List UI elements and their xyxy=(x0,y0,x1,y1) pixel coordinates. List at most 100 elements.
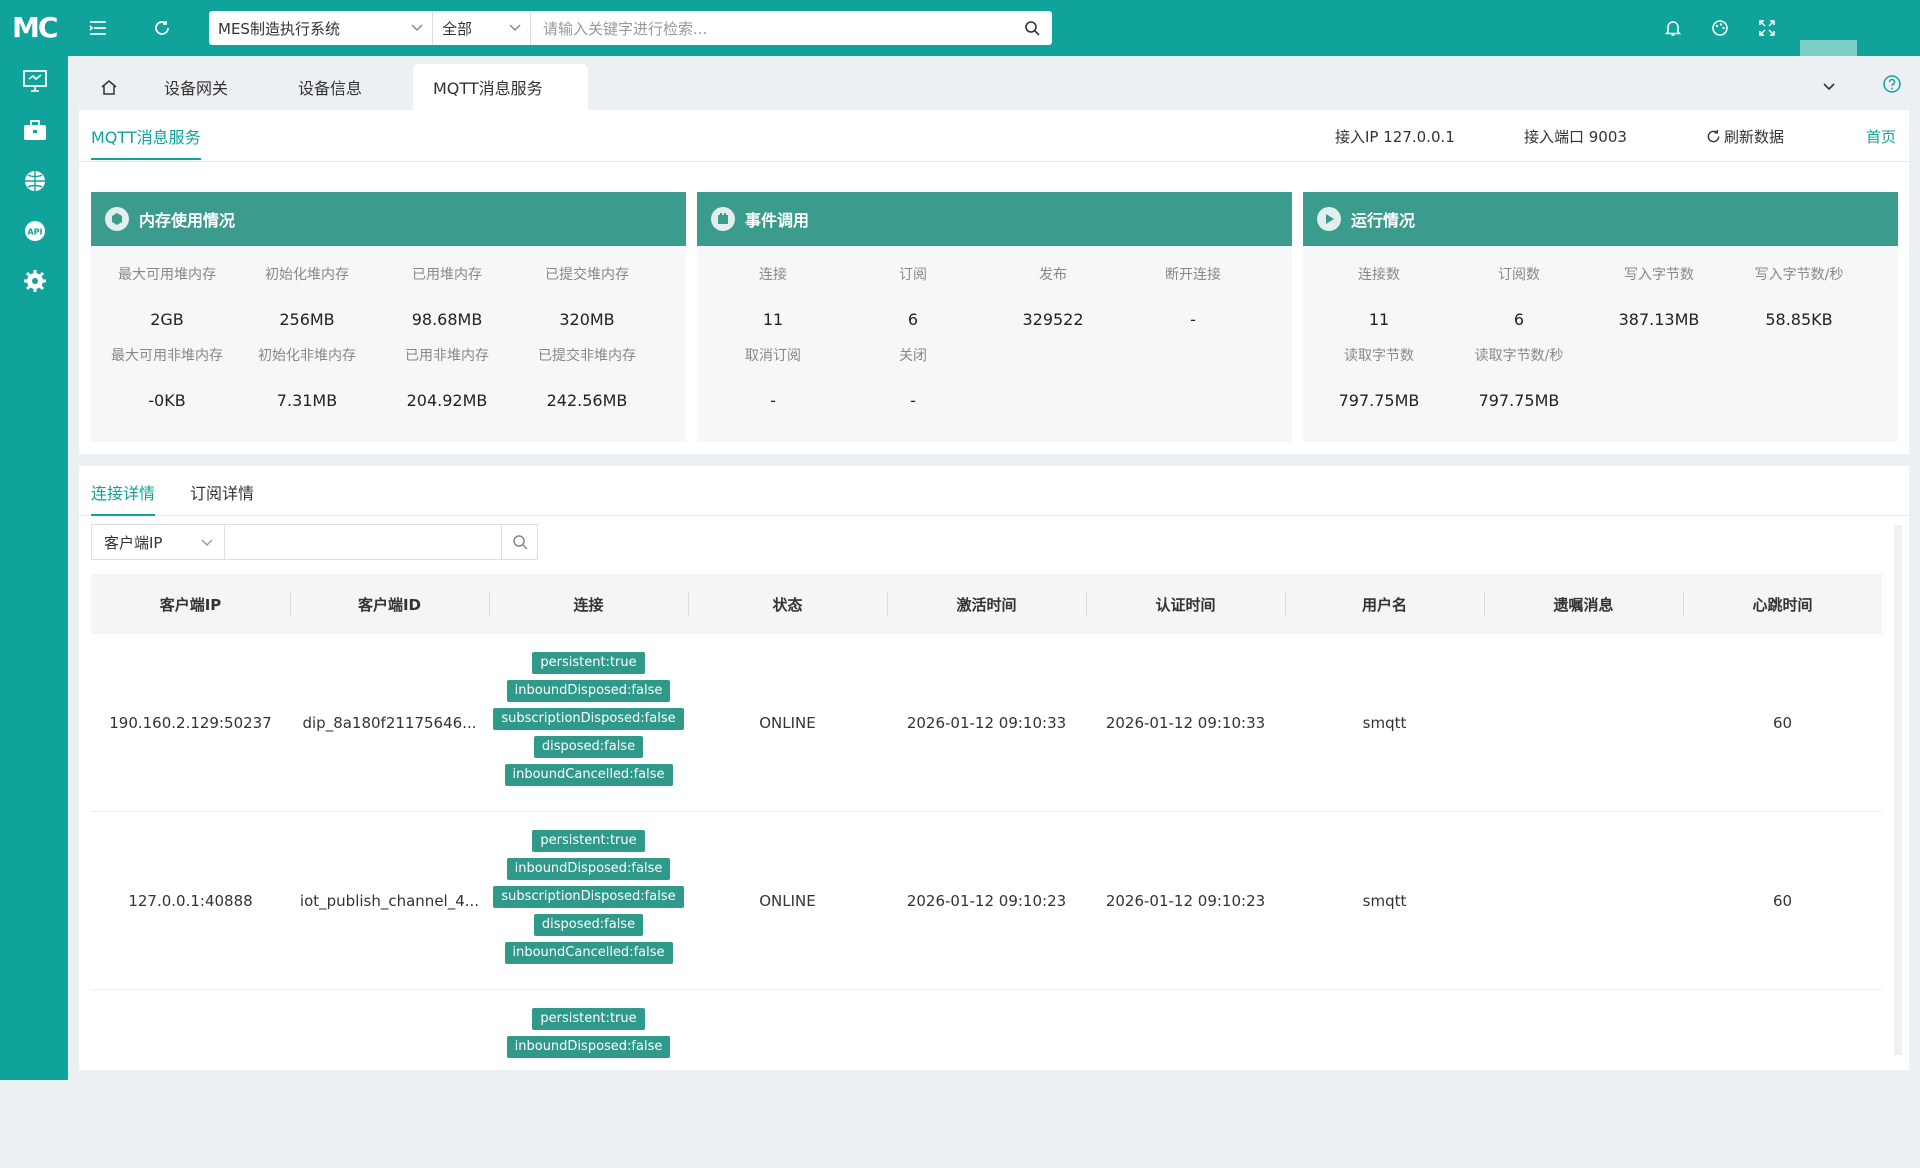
stat-item: 已用非堆内存 204.92MB xyxy=(377,345,517,410)
help-icon[interactable] xyxy=(1882,73,1902,95)
chevron-down-icon xyxy=(411,24,423,32)
connection-flag-tag: subscriptionDisposed:false xyxy=(493,708,684,730)
stat-item: 初始化非堆内存 7.31MB xyxy=(237,345,377,410)
column-header: 认证时间 xyxy=(1155,595,1216,614)
table-filter: 客户端IP xyxy=(91,524,538,560)
theme-palette-icon[interactable] xyxy=(1706,14,1734,42)
page-title: MQTT消息服务 xyxy=(91,124,201,160)
stat-value: 204.92MB xyxy=(406,391,488,410)
connection-tags: persistent:true inboundDisposed:false subs… xyxy=(489,830,688,970)
card-header: 内存使用情况 xyxy=(91,192,686,246)
stat-value: 6 xyxy=(907,310,919,329)
connection-flag-tag: inboundDisposed:false xyxy=(506,858,671,880)
cell-auth-time: 2026-01-12 09:10:33 xyxy=(1105,714,1266,732)
tab-device-info[interactable]: 设备信息 xyxy=(298,64,362,110)
tab-mqtt-service[interactable]: MQTT消息服务 xyxy=(413,64,588,110)
column-header: 客户端IP xyxy=(159,595,222,614)
briefcase-icon[interactable] xyxy=(22,118,48,144)
system-select[interactable]: MES制造执行系统 xyxy=(209,11,433,45)
stat-label: 最大可用堆内存 xyxy=(118,267,216,283)
stat-value: 387.13MB xyxy=(1618,310,1700,329)
gear-icon[interactable] xyxy=(22,268,48,294)
stat-value: 11 xyxy=(762,310,784,329)
search-icon xyxy=(1025,21,1040,36)
stat-label: 连接数 xyxy=(1358,267,1400,283)
stat-label: 关闭 xyxy=(899,348,927,364)
cube-icon xyxy=(105,207,129,231)
table-row[interactable]: 190.160.2.129:50237 dip_8a180f21175646...… xyxy=(91,634,1882,812)
access-ip: 接入IP 127.0.0.1 xyxy=(1335,128,1455,146)
stat-label: 已用非堆内存 xyxy=(405,348,489,364)
stat-label: 发布 xyxy=(1039,267,1067,283)
section-separator xyxy=(79,454,1909,466)
tab-connection-details[interactable]: 连接详情 xyxy=(91,480,156,516)
stat-item: 发布 329522 xyxy=(983,264,1123,329)
stat-item: 读取字节数/秒 797.75MB xyxy=(1449,345,1589,410)
column-header: 用户名 xyxy=(1361,595,1407,614)
cell-will xyxy=(1484,812,1683,990)
cell-heartbeat: 60 xyxy=(1772,892,1793,910)
cell-ip xyxy=(91,990,290,1168)
cell-status xyxy=(688,990,887,1168)
stat-value: 2GB xyxy=(150,310,184,329)
column-divider xyxy=(1285,592,1286,616)
column-header: 状态 xyxy=(772,595,803,614)
tab-device-gateway[interactable]: 设备网关 xyxy=(164,64,228,110)
stat-value: 256MB xyxy=(279,310,335,329)
table-row[interactable]: 127.0.0.1:40888 iot_publish_channel_4... p… xyxy=(91,812,1882,990)
app-logo[interactable]: MC xyxy=(12,12,58,44)
cell-ip: 190.160.2.129:50237 xyxy=(109,714,272,732)
tabs-dropdown-icon[interactable] xyxy=(1821,76,1837,96)
home-icon xyxy=(101,80,117,95)
table-row[interactable]: persistent:true inboundDisposed:false xyxy=(91,990,1882,1168)
chevron-down-icon xyxy=(509,24,521,32)
refresh-icon xyxy=(1707,129,1720,143)
stat-label: 读取字节数 xyxy=(1344,348,1414,364)
stat-value: - xyxy=(1190,310,1196,329)
stat-item: 最大可用非堆内存 -0KB xyxy=(97,345,237,410)
scrollbar[interactable] xyxy=(1894,525,1902,1055)
bell-icon[interactable] xyxy=(1659,14,1687,42)
connection-flag-tag: inboundDisposed:false xyxy=(506,1036,671,1058)
stat-label: 写入字节数/秒 xyxy=(1754,267,1844,283)
cell-username: smqtt xyxy=(1362,714,1407,732)
search-button[interactable] xyxy=(1012,11,1052,45)
panel-header: MQTT消息服务 接入IP 127.0.0.1 接入端口 9003 刷新数据 首… xyxy=(79,110,1909,162)
column-divider xyxy=(489,592,490,616)
fullscreen-icon[interactable] xyxy=(1753,14,1781,42)
api-icon[interactable]: API xyxy=(22,218,48,244)
cell-active-time: 2026-01-12 09:10:33 xyxy=(906,714,1067,732)
stat-item: 最大可用堆内存 2GB xyxy=(97,264,237,329)
refresh-icon[interactable] xyxy=(148,14,176,42)
stat-value: -0KB xyxy=(148,391,186,410)
home-tab[interactable] xyxy=(100,64,118,110)
stat-item: 连接数 11 xyxy=(1309,264,1449,329)
stat-label: 最大可用非堆内存 xyxy=(111,348,223,364)
globe-icon[interactable] xyxy=(22,168,48,194)
connection-flag-tag: disposed:false xyxy=(533,914,644,936)
user-avatar[interactable] xyxy=(1800,40,1857,56)
connection-flag-tag: inboundDisposed:false xyxy=(506,680,671,702)
column-divider xyxy=(1484,592,1485,616)
stat-label: 读取字节数/秒 xyxy=(1474,348,1564,364)
play-icon xyxy=(1317,207,1341,231)
filter-input[interactable] xyxy=(225,525,502,559)
scope-select[interactable]: 全部 xyxy=(433,11,531,45)
filter-field-select[interactable]: 客户端IP xyxy=(92,525,225,559)
event-calls-card: 事件调用 连接 11 订阅 6 发布 329522 断开连接 - 取消订阅 - 关闭 - xyxy=(697,192,1292,442)
monitor-icon[interactable] xyxy=(22,68,48,94)
menu-toggle-icon[interactable] xyxy=(84,14,112,42)
main-panel: MQTT消息服务 接入IP 127.0.0.1 接入端口 9003 刷新数据 首… xyxy=(79,110,1909,1168)
refresh-data-button[interactable]: 刷新数据 xyxy=(1706,126,1784,147)
filter-search-button[interactable] xyxy=(502,525,537,559)
stat-value: 329522 xyxy=(1022,310,1084,329)
search-input[interactable]: 请输入关键字进行检索... xyxy=(531,11,1012,45)
tab-subscription-details[interactable]: 订阅详情 xyxy=(190,480,254,514)
stat-item: 已提交非堆内存 242.56MB xyxy=(517,345,657,410)
stat-item: 写入字节数 387.13MB xyxy=(1589,264,1729,329)
cell-will xyxy=(1484,990,1683,1168)
home-link[interactable]: 首页 xyxy=(1866,126,1896,147)
column-header: 激活时间 xyxy=(956,595,1017,614)
sidebar: API xyxy=(0,56,68,1080)
stat-item: 取消订阅 - xyxy=(703,345,843,410)
